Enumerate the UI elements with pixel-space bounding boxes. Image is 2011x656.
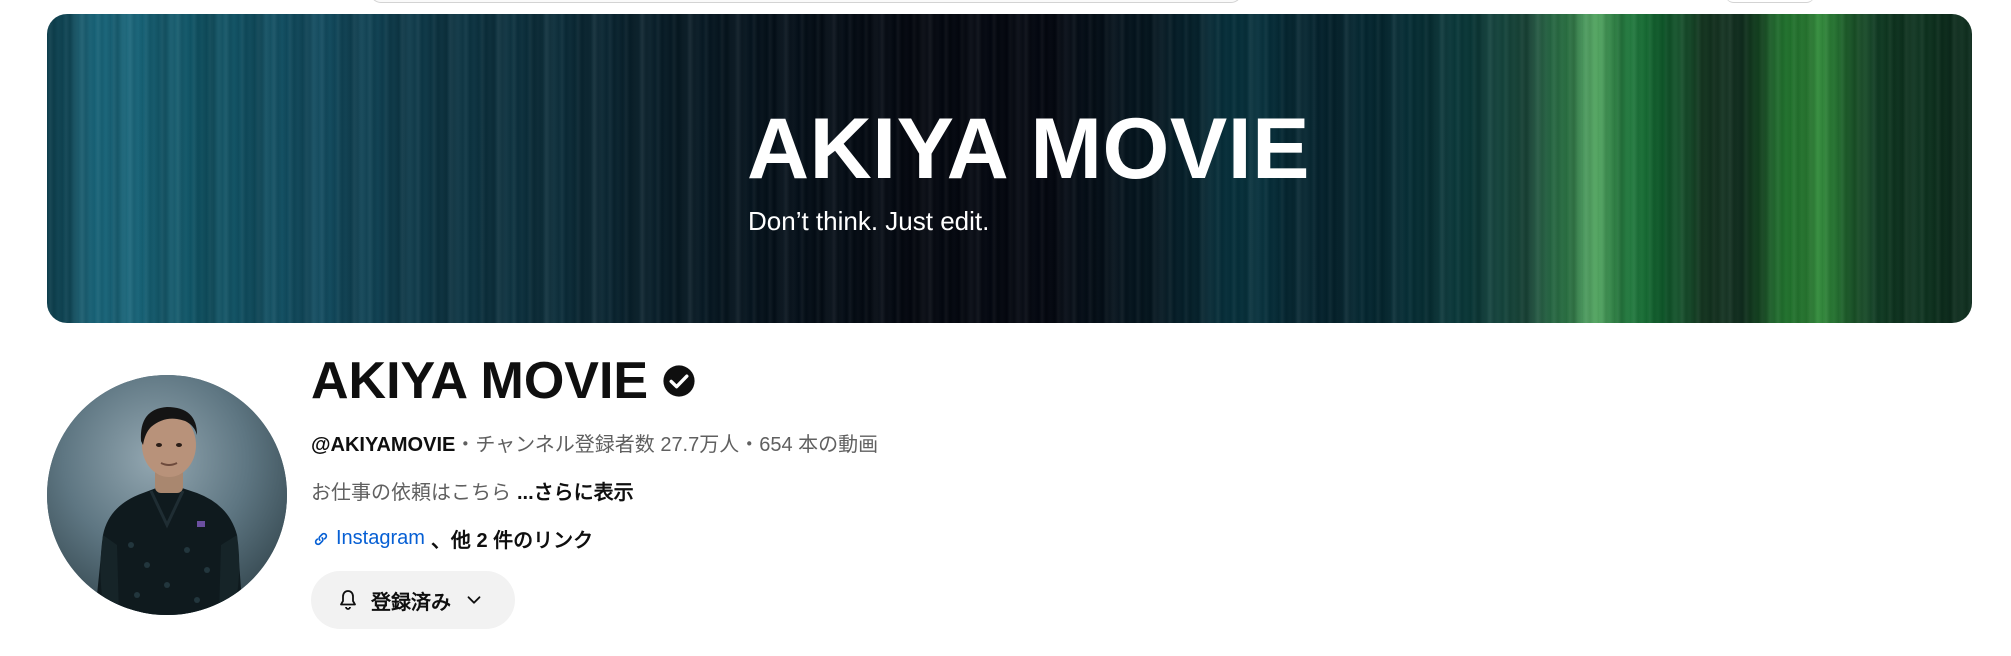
subscriber-count: チャンネル登録者数 27.7万人 [475, 434, 740, 456]
channel-description[interactable]: お仕事の依頼はこちら ...さらに表示 [311, 476, 634, 505]
subscribed-label: 登録済み [371, 591, 451, 614]
channel-handle: @AKIYAMOVIE [311, 434, 456, 456]
channel-meta: @AKIYAMOVIE・チャンネル登録者数 27.7万人・654 本の動画 [311, 428, 878, 457]
show-more-link[interactable]: ...さらに表示 [517, 482, 634, 504]
other-links-link[interactable]: 、他 2 件のリンク [431, 524, 593, 553]
description-text: お仕事の依頼はこちら [311, 482, 511, 504]
channel-banner: AKIYA MOVIE Don’t think. Just edit. [47, 14, 1972, 323]
meta-separator: ・ [739, 434, 760, 456]
banner-tagline: Don’t think. Just edit. [748, 206, 990, 236]
verified-check-icon [663, 365, 695, 397]
search-bar-edge [370, 0, 1242, 3]
meta-separator: ・ [455, 434, 476, 456]
subscribed-button[interactable]: 登録済み [311, 571, 515, 629]
channel-links: Instagram 、他 2 件のリンク [311, 524, 593, 553]
bell-icon [340, 590, 356, 610]
link-icon [314, 532, 328, 545]
channel-name: AKIYA MOVIE [311, 355, 696, 407]
video-count: 654 本の動画 [759, 434, 879, 456]
channel-name-text: AKIYA MOVIE [311, 352, 649, 410]
header-button-edge [1725, 0, 1815, 3]
banner-title: AKIYA MOVIE [747, 101, 1311, 197]
avatar-portrait [47, 375, 287, 615]
chevron-down-icon [467, 596, 481, 604]
channel-avatar[interactable] [47, 375, 287, 615]
instagram-link[interactable]: Instagram [336, 527, 425, 550]
